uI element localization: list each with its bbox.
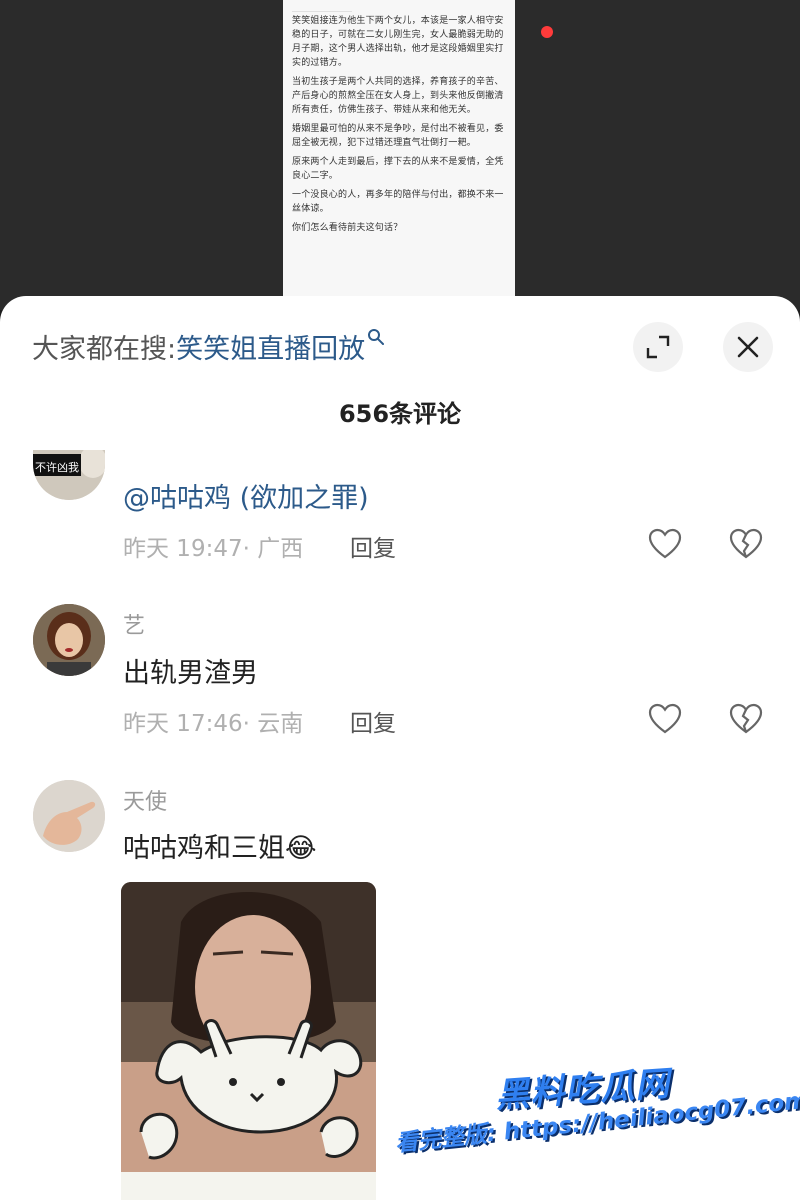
broken-heart-icon[interactable] — [729, 527, 763, 561]
comment-username[interactable]: 艺 — [123, 608, 145, 640]
video-player-area[interactable]: 笑笑姐接连为他生下两个女儿，本该是一家人相守安稳的日子，可就在二女儿刚生完，女人… — [0, 0, 800, 310]
recording-indicator-dot — [541, 26, 553, 38]
comment-image[interactable] — [121, 882, 376, 1200]
avatar[interactable] — [33, 604, 105, 676]
avatar-photo — [33, 780, 105, 852]
article-paragraph: 一个没良心的人，再多年的陪伴与付出，都换不来一丝体谅。 — [292, 190, 504, 214]
comment-meta: 昨天 17:46· 云南 — [123, 711, 304, 737]
comment-photo — [121, 882, 376, 1200]
reply-button[interactable]: 回复 — [350, 704, 396, 738]
comment-meta: 昨天 19:47· 广西 — [123, 536, 304, 562]
comment-text[interactable]: @咕咕鸡 (欲加之罪) — [123, 476, 369, 515]
expand-button[interactable] — [633, 322, 683, 372]
article-paragraph: 婚姻里最可怕的从来不是争吵，是付出不被看见，委屈全被无视，犯下过错还理直气壮倒打… — [292, 124, 504, 148]
comment-username[interactable]: 天使 — [123, 784, 167, 816]
trending-search-link[interactable]: 笑笑姐直播回放 — [176, 327, 365, 366]
broken-heart-icon[interactable] — [729, 702, 763, 736]
article-screenshot: 笑笑姐接连为他生下两个女儿，本该是一家人相守安稳的日子，可就在二女儿刚生完，女人… — [283, 0, 515, 310]
avatar-photo — [33, 604, 105, 676]
close-icon — [737, 336, 759, 358]
avatar-photo — [33, 450, 105, 500]
avatar[interactable]: 不许凶我 — [33, 450, 105, 500]
article-paragraph: 笑笑姐接连为他生下两个女儿，本该是一家人相守安稳的日子，可就在二女儿刚生完，女人… — [292, 16, 504, 68]
article-paragraph: 当初生孩子是两个人共同的选择，养育孩子的辛苦、产后身心的煎熬全压在女人身上，到头… — [292, 77, 504, 115]
close-button[interactable] — [723, 322, 773, 372]
trending-search-bar[interactable]: 大家都在搜: 笑笑姐直播回放 — [32, 326, 385, 366]
avatar-caption: 不许凶我 — [35, 461, 79, 474]
avatar[interactable] — [33, 780, 105, 852]
article-paragraph: 你们怎么看待前夫这句话？ — [292, 223, 403, 233]
comment-count-title: 656条评论 — [338, 400, 462, 428]
heart-icon[interactable] — [648, 702, 682, 736]
reply-button[interactable]: 回复 — [350, 529, 396, 563]
comment-text[interactable]: 出轨男渣男 — [123, 651, 258, 690]
magnifier-icon — [368, 329, 385, 345]
comment-text[interactable]: 咕咕鸡和三姐😂 — [123, 826, 317, 865]
trending-search-prefix: 大家都在搜: — [32, 333, 177, 365]
expand-icon — [646, 335, 670, 359]
site-watermark: 黑料吃瓜网 看完整版: https://heiliaocg07.com — [394, 1062, 800, 1192]
article-paragraph: 原来两个人走到最后，撑下去的从来不是爱情，全凭良心二字。 — [292, 157, 504, 181]
article-cutoff-line — [292, 4, 352, 12]
heart-icon[interactable] — [648, 527, 682, 561]
